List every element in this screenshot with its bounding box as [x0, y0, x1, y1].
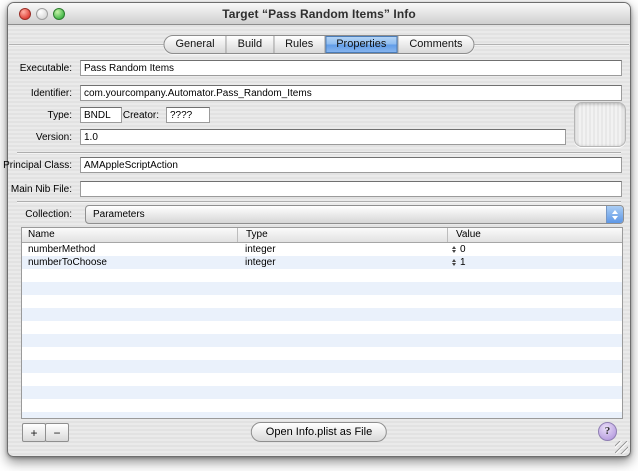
section-divider [17, 152, 621, 154]
popup-arrows-icon [606, 206, 623, 223]
table-row[interactable]: numberToChoose integer 1 [22, 256, 622, 269]
resize-grip[interactable] [615, 441, 628, 454]
value-text: 1 [460, 256, 466, 269]
table-row[interactable]: numberMethod integer 0 [22, 243, 622, 256]
column-header-type[interactable]: Type [237, 228, 447, 242]
value-text: 0 [460, 243, 466, 256]
row-edit-buttons: + − [22, 423, 69, 442]
version-label: Version: [36, 129, 72, 146]
close-button[interactable] [19, 8, 31, 20]
collection-label: Collection: [25, 206, 72, 223]
principal-class-field[interactable] [80, 157, 622, 173]
version-field[interactable] [80, 129, 566, 145]
tab-rules[interactable]: Rules [273, 36, 324, 53]
collection-popup-value: Parameters [86, 206, 606, 223]
remove-row-button[interactable]: − [45, 423, 69, 442]
parameters-table: Name Type Value numberMethod integer 0 n… [21, 227, 623, 419]
minimize-button [36, 8, 48, 20]
open-info-plist-button[interactable]: Open Info.plist as File [251, 422, 387, 442]
tab-properties[interactable]: Properties [324, 36, 397, 53]
tab-comments[interactable]: Comments [397, 36, 473, 53]
value-stepper-icon[interactable] [452, 259, 456, 266]
cell-type: integer [237, 256, 447, 269]
window-title: Target “Pass Random Items” Info [8, 3, 630, 25]
zoom-button[interactable] [53, 8, 65, 20]
cell-name: numberToChoose [22, 256, 237, 269]
creator-field[interactable] [166, 107, 210, 123]
title-bar[interactable]: Target “Pass Random Items” Info [8, 3, 630, 25]
app-icon-well[interactable] [574, 102, 626, 147]
column-header-value[interactable]: Value [447, 228, 622, 242]
tab-general[interactable]: General [164, 36, 225, 53]
executable-label: Executable: [20, 60, 72, 77]
identifier-field[interactable] [80, 85, 622, 101]
help-button[interactable]: ? [598, 422, 617, 441]
add-row-button[interactable]: + [22, 423, 46, 442]
type-label: Type: [48, 107, 72, 124]
value-stepper-icon[interactable] [452, 246, 456, 253]
tab-build[interactable]: Build [226, 36, 273, 53]
cell-type: integer [237, 243, 447, 256]
cell-name: numberMethod [22, 243, 237, 256]
creator-label: Creator: [123, 107, 159, 124]
executable-field[interactable] [80, 60, 622, 76]
cell-value: 1 [447, 256, 622, 269]
column-header-name[interactable]: Name [22, 228, 237, 242]
table-header: Name Type Value [22, 228, 622, 243]
cell-value: 0 [447, 243, 622, 256]
identifier-label: Identifier: [31, 85, 72, 102]
collection-popup[interactable]: Parameters [85, 205, 624, 224]
info-tabs: General Build Rules Properties Comments [163, 35, 474, 54]
main-nib-field[interactable] [80, 181, 622, 197]
type-field[interactable] [80, 107, 122, 123]
principal-class-label: Principal Class: [3, 157, 72, 174]
target-info-window: Target “Pass Random Items” Info General … [7, 2, 631, 457]
table-body: numberMethod integer 0 numberToChoose in… [22, 243, 622, 418]
main-nib-label: Main Nib File: [11, 181, 72, 198]
section-divider [17, 201, 621, 203]
